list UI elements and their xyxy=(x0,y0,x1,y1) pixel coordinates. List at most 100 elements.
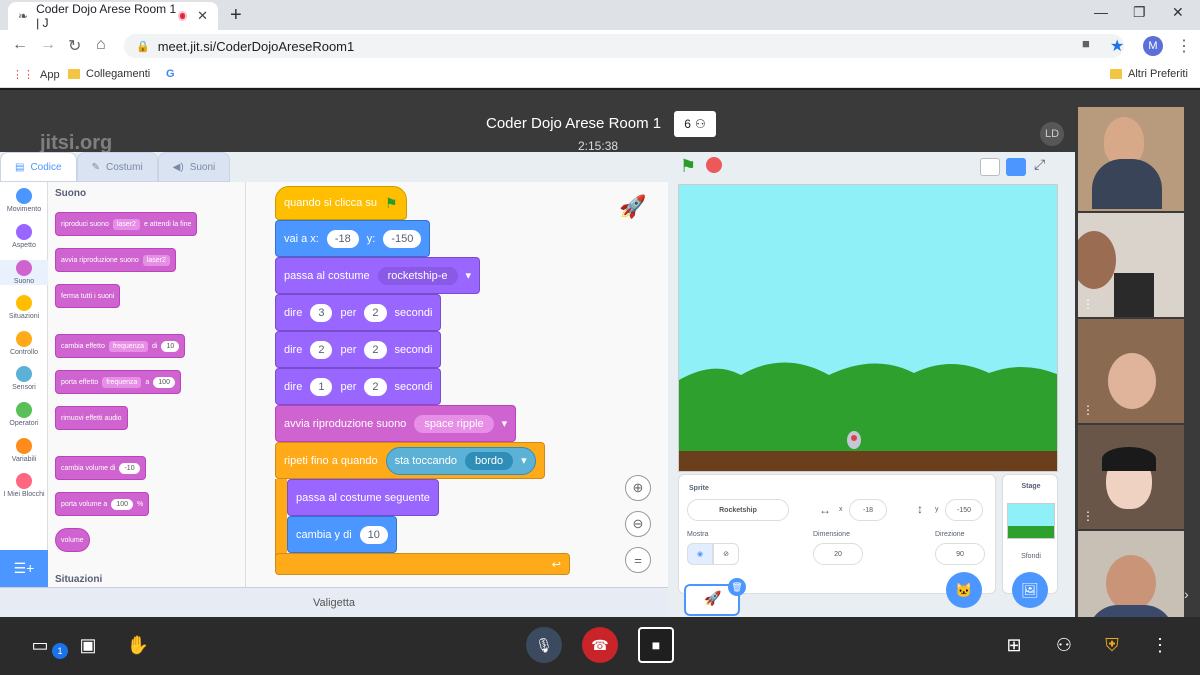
close-window-button[interactable]: ✕ xyxy=(1172,4,1184,21)
sprite-thumbnail[interactable]: 🚀 🗑 xyxy=(684,578,746,616)
video-camera-icon: ■ xyxy=(651,637,661,653)
script-block-change-y[interactable]: cambia y di 10 xyxy=(287,516,397,553)
category-controllo[interactable]: Controllo xyxy=(0,331,48,356)
speaker-initials-badge: LD xyxy=(1040,122,1064,146)
fullscreen-icon[interactable]: ⤢ xyxy=(1034,156,1045,173)
bookmark-apps[interactable]: ⋮⋮ App xyxy=(12,68,60,82)
palette-block-clear-effects[interactable]: rimuovi effetti audio xyxy=(55,406,128,430)
add-backdrop-button[interactable]: 🖼 xyxy=(1012,572,1048,608)
back-button[interactable]: ← xyxy=(12,36,28,54)
forward-button[interactable]: → xyxy=(40,36,56,54)
bookmark-other[interactable]: Altri Preferiti xyxy=(1110,68,1188,80)
tab-code[interactable]: ▤ Codice xyxy=(0,152,77,182)
script-block-say-2[interactable]: dire 2 per 2 secondi xyxy=(275,331,442,368)
palette-block-start-sound[interactable]: avvia riproduzione suono laser2 xyxy=(55,248,176,272)
rocket-sprite xyxy=(847,431,861,449)
bookmark-google[interactable]: G xyxy=(166,68,175,80)
stop-button[interactable] xyxy=(706,157,722,173)
home-button[interactable]: ⌂ xyxy=(96,36,106,54)
script-block-when-flag-clicked[interactable]: quando si clicca su ⚑ xyxy=(275,186,407,220)
palette-block-change-volume[interactable]: cambia volume di -10 xyxy=(55,456,146,480)
category-menu: Movimento Aspetto Suono Situazioni Contr… xyxy=(0,182,48,587)
filmstrip-toggle-icon[interactable]: › xyxy=(1184,586,1189,602)
category-movimento[interactable]: Movimento xyxy=(0,188,48,213)
large-stage-button[interactable] xyxy=(1006,158,1026,176)
participant-video-2[interactable]: ⋮ xyxy=(1078,213,1184,317)
script-block-say-1[interactable]: dire 3 per 2 secondi xyxy=(275,294,442,331)
script-area[interactable]: quando si clicca su ⚑ vai a x: -18 y: -150 p… xyxy=(246,182,668,587)
raise-hand-button[interactable]: ✋ xyxy=(120,627,156,663)
participant-video-3[interactable]: ⋮ xyxy=(1078,319,1184,423)
sprite-y-field[interactable]: -150 xyxy=(945,499,983,521)
hangup-icon: ☎ xyxy=(591,636,609,653)
minimize-button[interactable]: — xyxy=(1094,4,1108,20)
category-aspetto[interactable]: Aspetto xyxy=(0,224,48,249)
script-block-start-sound[interactable]: avvia riproduzione suono space ripple ▾ xyxy=(275,405,517,442)
sprite-x-field[interactable]: -18 xyxy=(849,499,887,521)
participant-count[interactable]: 6 ⚇ xyxy=(674,111,716,137)
chat-button[interactable]: ▭ xyxy=(22,627,58,663)
tab-sounds[interactable]: ◀) Suoni xyxy=(157,152,231,182)
stage-canvas[interactable] xyxy=(678,184,1058,472)
menu-dots-icon[interactable]: ⋮ xyxy=(1176,36,1192,56)
script-block-goto-xy[interactable]: vai a x: -18 y: -150 xyxy=(275,220,431,257)
profile-avatar[interactable]: M xyxy=(1143,36,1163,56)
sprite-size-field[interactable]: 20 xyxy=(813,543,863,565)
people-icon: ⚇ xyxy=(1055,634,1073,655)
address-bar[interactable]: 🔒 meet.jit.si/CoderDojoAreseRoom1 xyxy=(124,34,1124,58)
palette-block-change-effect[interactable]: cambia effetto frequenza di 10 xyxy=(55,334,186,358)
palette-block-set-volume[interactable]: porta volume a 100% xyxy=(55,492,150,516)
tile-view-button[interactable]: ⊞ xyxy=(996,627,1032,663)
participant-video-1[interactable] xyxy=(1078,107,1184,211)
category-operatori[interactable]: Operatori xyxy=(0,402,48,427)
jitsi-meeting: jitsi.org Coder Dojo Arese Room 1 6 ⚇ 2:… xyxy=(0,90,1200,675)
palette-block-stop-sounds[interactable]: ferma tutti i suoni xyxy=(55,284,121,308)
security-button[interactable]: ⛨ xyxy=(1094,627,1130,663)
script-block-repeat-until[interactable]: ripeti fino a quando sta toccando bordo ▾ xyxy=(275,442,545,479)
more-dots-icon: ⋮ xyxy=(1151,634,1169,655)
participants-button[interactable]: ⚇ xyxy=(1046,627,1082,663)
delete-sprite-icon[interactable]: 🗑 xyxy=(728,578,746,596)
mute-mic-button[interactable]: 🎙 xyxy=(526,627,562,663)
bookmark-collegamenti[interactable]: Collegamenti xyxy=(68,68,150,80)
tab-costumes[interactable]: ✎ Costumi xyxy=(76,152,158,182)
screenshare-button[interactable]: ▣ xyxy=(70,627,106,663)
more-options-button[interactable]: ⋮ xyxy=(1142,627,1178,663)
sprite-name-field[interactable]: Rocketship xyxy=(687,499,789,521)
category-variabili[interactable]: Variabili xyxy=(0,438,48,463)
zoom-out-button[interactable]: ⊖ xyxy=(625,511,651,537)
hide-sprite-button[interactable]: ⊘ xyxy=(713,543,739,565)
category-suono[interactable]: Suono xyxy=(0,260,48,285)
tab-close-icon[interactable]: ✕ xyxy=(197,8,208,24)
camera-permission-icon[interactable]: ■ xyxy=(1082,36,1090,51)
new-tab-button[interactable]: + xyxy=(230,4,242,27)
add-sprite-button[interactable]: 🐱 xyxy=(946,572,982,608)
maximize-button[interactable]: ❐ xyxy=(1133,4,1146,21)
palette-block-set-effect[interactable]: porta effetto frequenza a 100 xyxy=(55,370,181,394)
script-block-next-costume[interactable]: passa al costume seguente xyxy=(287,479,439,516)
sensing-touching-block[interactable]: sta toccando bordo ▾ xyxy=(385,446,536,475)
hangup-button[interactable]: ☎ xyxy=(582,627,618,663)
show-sprite-button[interactable]: ◉ xyxy=(687,543,713,565)
add-extension-button[interactable]: ☰+ xyxy=(0,550,48,587)
category-sensori[interactable]: Sensori xyxy=(0,366,48,391)
green-flag-button[interactable]: ⚑ xyxy=(680,156,696,177)
green-flag-icon: ⚑ xyxy=(384,194,398,211)
palette-block-play-until-done[interactable]: riproduci suono laser2 e attendi la fine xyxy=(55,212,198,236)
participant-video-4[interactable]: ⋮ xyxy=(1078,425,1184,529)
category-my-blocks[interactable]: I Miei Blocchi xyxy=(0,473,48,498)
script-block-switch-costume[interactable]: passa al costume rocketship-e ▾ xyxy=(275,257,481,294)
browser-tab[interactable]: ❧ Coder Dojo Arese Room 1 | J ✕ xyxy=(8,2,218,30)
zoom-in-button[interactable]: ⊕ xyxy=(625,475,651,501)
script-block-say-3[interactable]: dire 1 per 2 secondi xyxy=(275,368,442,405)
speaker-icon: ◀) xyxy=(172,161,184,173)
backpack-bar[interactable]: Valigetta xyxy=(0,587,668,617)
camera-button[interactable]: ■ xyxy=(638,627,674,663)
small-stage-button[interactable] xyxy=(980,158,1000,176)
bookmark-star-icon[interactable]: ★ xyxy=(1110,36,1124,56)
category-situazioni[interactable]: Situazioni xyxy=(0,295,48,320)
sprite-direction-field[interactable]: 90 xyxy=(935,543,985,565)
zoom-reset-button[interactable]: = xyxy=(625,547,651,573)
reload-button[interactable]: ↻ xyxy=(68,36,81,56)
palette-block-volume-reporter[interactable]: volume xyxy=(55,528,90,552)
